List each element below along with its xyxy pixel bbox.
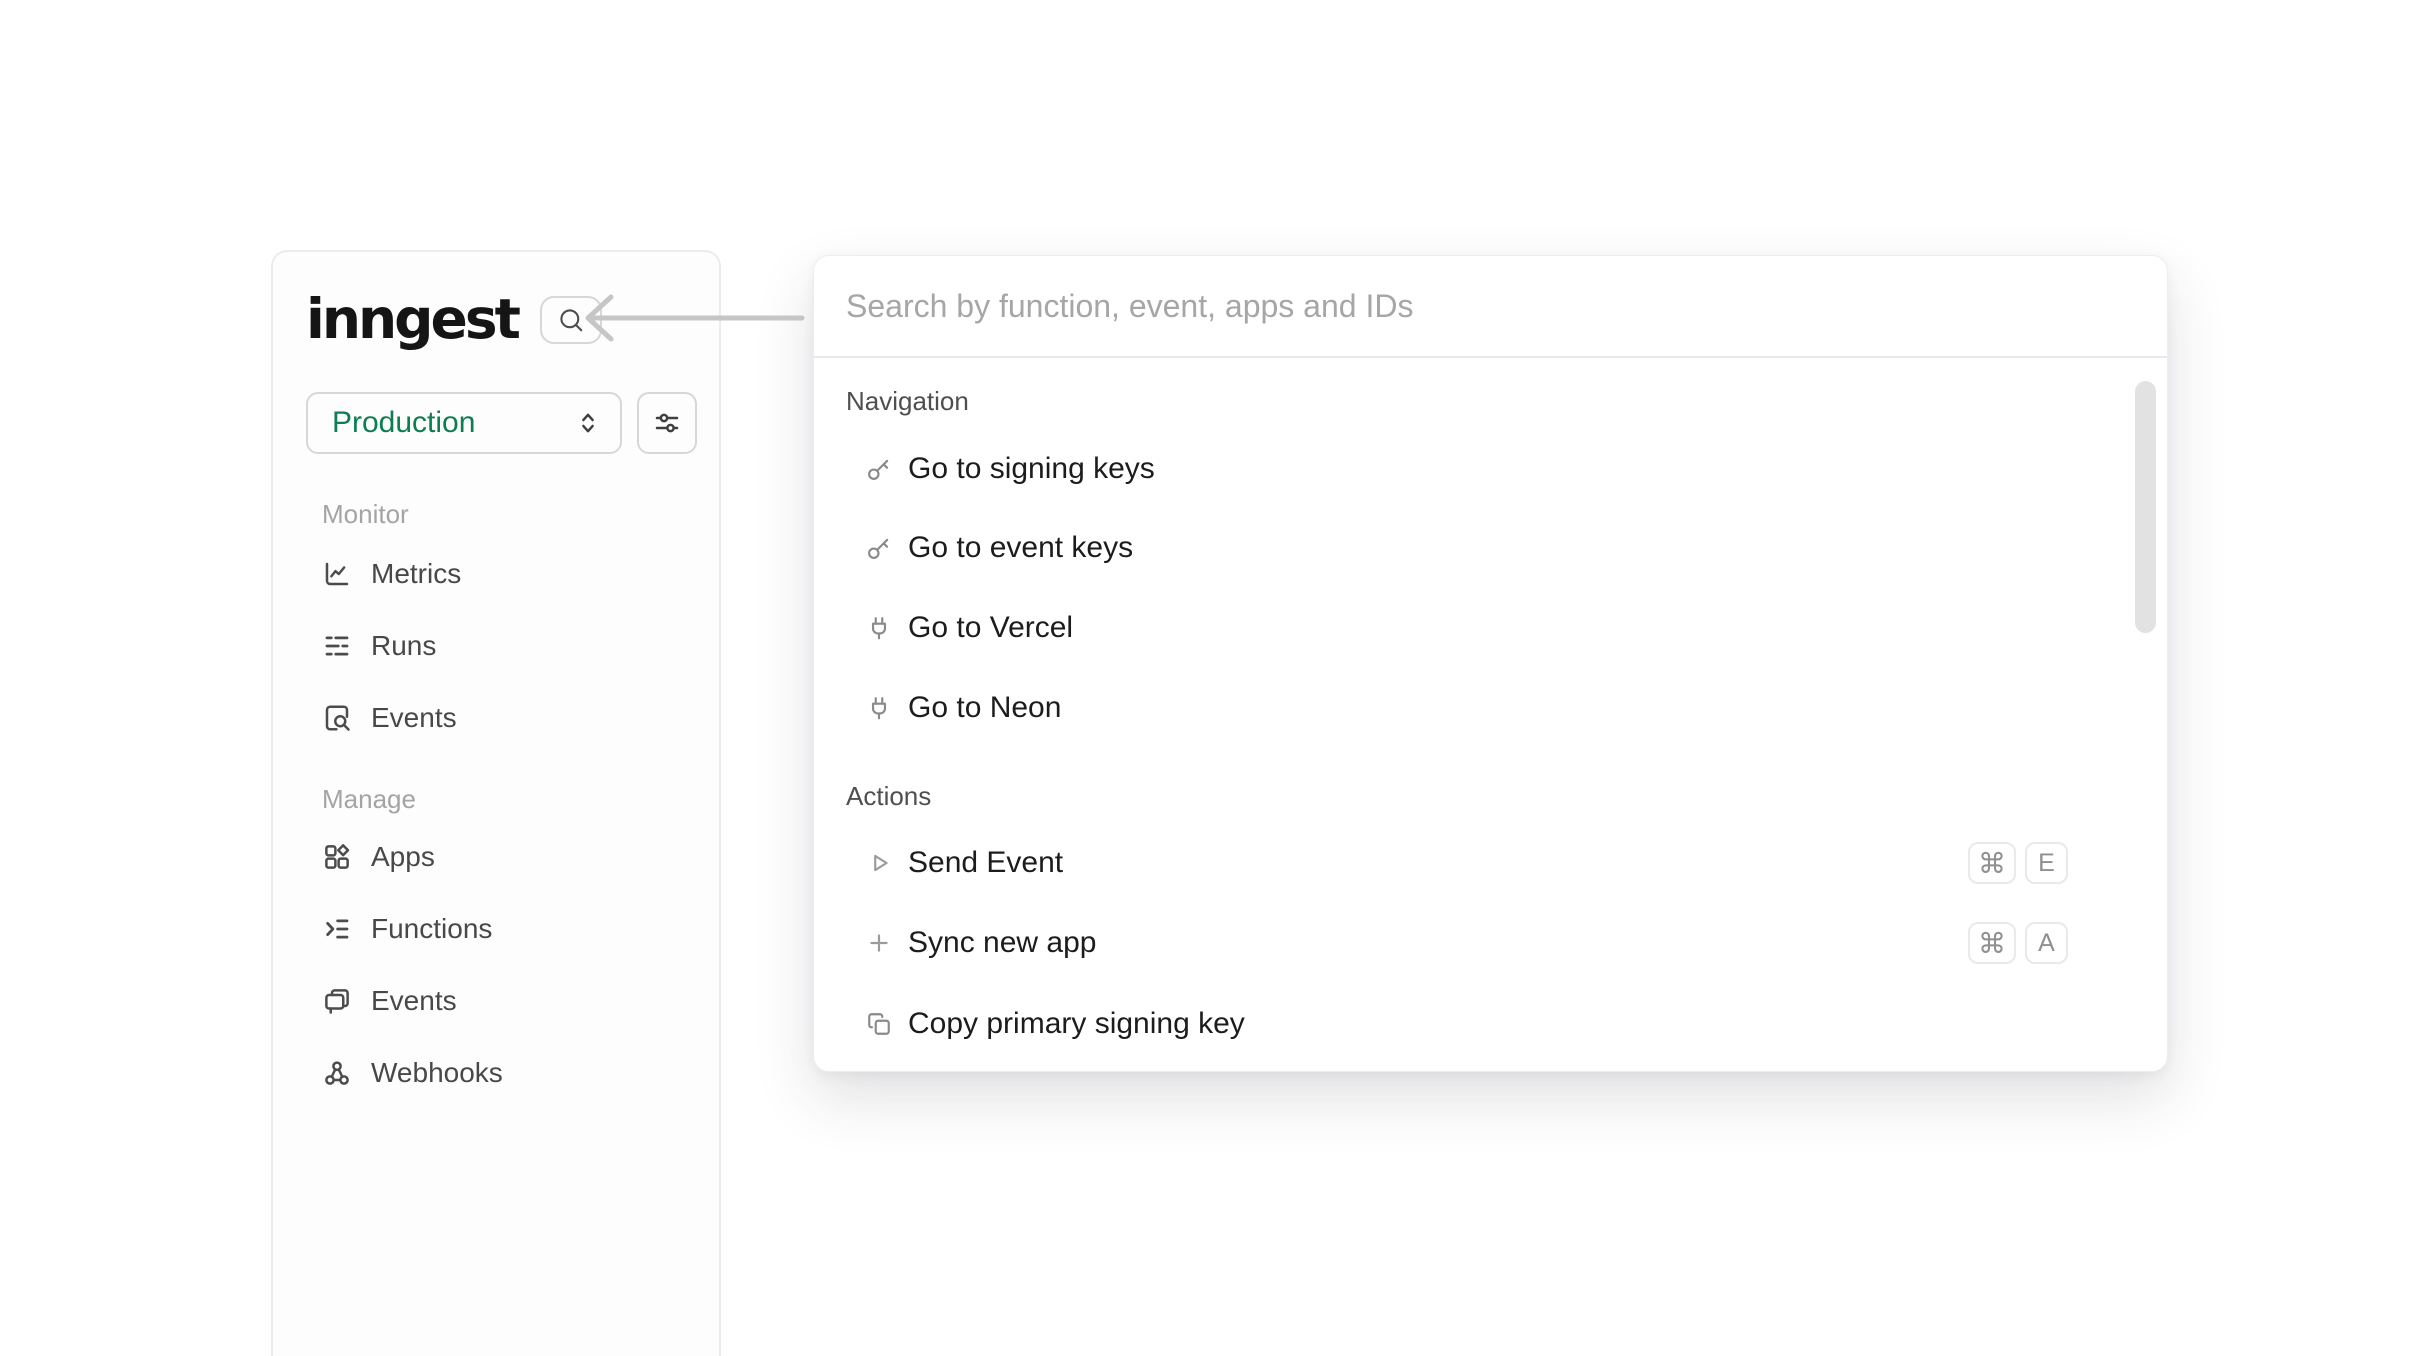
apps-grid-icon xyxy=(322,842,352,872)
palette-item-label: Go to Vercel xyxy=(908,611,1073,645)
sidebar-item-metrics[interactable]: Metrics xyxy=(322,552,461,596)
play-icon xyxy=(866,850,892,876)
plug-icon xyxy=(866,615,892,641)
palette-item-send-event[interactable]: Send Event ⌘ E xyxy=(814,837,2114,889)
command-palette-search-input[interactable] xyxy=(814,256,2167,356)
palette-item-go-to-event-keys[interactable]: Go to event keys xyxy=(814,522,2114,574)
sidebar-item-runs[interactable]: Runs xyxy=(322,624,436,668)
plus-icon xyxy=(866,930,892,956)
environment-row: Production xyxy=(306,392,697,454)
key-icon xyxy=(866,535,892,561)
sidebar-header: inngest xyxy=(306,292,602,347)
palette-item-go-to-neon[interactable]: Go to Neon xyxy=(814,682,2114,734)
copy-icon xyxy=(866,1011,892,1037)
sidebar-item-label: Events xyxy=(371,985,457,1017)
command-palette-header xyxy=(814,256,2167,358)
chart-line-icon xyxy=(322,559,352,589)
group-label-actions: Actions xyxy=(846,781,931,811)
sidebar-item-label: Functions xyxy=(371,913,492,945)
shortcut-sync-new-app: ⌘ A xyxy=(1968,922,2068,964)
e-key: E xyxy=(2025,842,2068,884)
environment-selector-value: Production xyxy=(332,406,475,440)
sidebar-item-webhooks[interactable]: Webhooks xyxy=(322,1051,503,1095)
webhook-icon xyxy=(322,1058,352,1088)
sidebar-item-label: Runs xyxy=(371,630,436,662)
key-icon xyxy=(866,456,892,482)
sidebar-item-label: Metrics xyxy=(371,558,461,590)
cmd-key: ⌘ xyxy=(1968,842,2016,884)
palette-item-copy-primary-signing-key[interactable]: Copy primary signing key xyxy=(814,998,2114,1050)
sidebar-item-functions[interactable]: Functions xyxy=(322,907,492,951)
environment-selector[interactable]: Production xyxy=(306,392,622,454)
cmd-key: ⌘ xyxy=(1968,922,2016,964)
sidebar-item-label: Apps xyxy=(371,841,435,873)
palette-item-label: Copy primary signing key xyxy=(908,1007,1245,1041)
sidebar-item-label: Webhooks xyxy=(371,1057,503,1089)
chevrons-up-down-icon xyxy=(574,409,602,437)
palette-item-sync-new-app[interactable]: Sync new app ⌘ A xyxy=(814,917,2114,969)
environment-filter-button[interactable] xyxy=(637,392,697,454)
palette-item-label: Send Event xyxy=(908,846,1063,880)
scrollbar-thumb[interactable] xyxy=(2135,381,2156,633)
functions-list-icon xyxy=(322,914,352,944)
event-search-icon xyxy=(322,703,352,733)
command-palette: Navigation Go to signing keys Go to even… xyxy=(813,255,2168,1072)
palette-item-label: Sync new app xyxy=(908,926,1096,960)
palette-item-label: Go to Neon xyxy=(908,691,1061,725)
search-callout-arrow-left-icon xyxy=(580,290,815,350)
sidebar-item-events-manage[interactable]: Events xyxy=(322,979,457,1023)
sidebar-item-label: Events xyxy=(371,702,457,734)
group-label-navigation: Navigation xyxy=(846,386,969,416)
palette-item-label: Go to signing keys xyxy=(908,452,1155,486)
sidebar-item-apps[interactable]: Apps xyxy=(322,835,435,879)
sidebar-item-events-monitor[interactable]: Events xyxy=(322,696,457,740)
inngest-logo: inngest xyxy=(306,292,518,347)
sidebar: inngest Production xyxy=(271,250,721,1356)
events-windows-icon xyxy=(322,986,352,1016)
shortcut-send-event: ⌘ E xyxy=(1968,842,2068,884)
a-key: A xyxy=(2025,922,2068,964)
runs-list-icon xyxy=(322,631,352,661)
palette-item-go-to-vercel[interactable]: Go to Vercel xyxy=(814,602,2114,654)
filter-sliders-icon xyxy=(652,408,682,438)
plug-icon xyxy=(866,695,892,721)
sidebar-section-label-manage: Manage xyxy=(322,784,416,814)
sidebar-section-label-monitor: Monitor xyxy=(322,499,409,529)
palette-item-label: Go to event keys xyxy=(908,531,1133,565)
palette-item-go-to-signing-keys[interactable]: Go to signing keys xyxy=(814,443,2114,495)
